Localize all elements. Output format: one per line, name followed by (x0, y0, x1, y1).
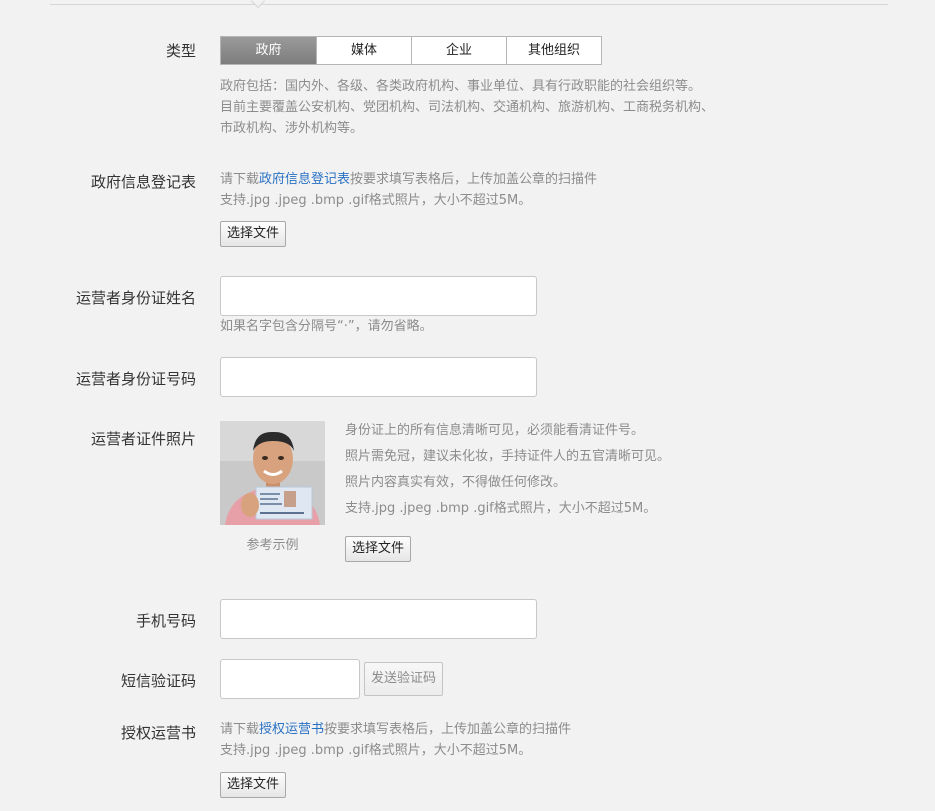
tab-government[interactable]: 政府 (221, 37, 316, 64)
id-photo-choose-file-button[interactable]: 选择文件 (345, 536, 412, 562)
example-id-photo (220, 421, 325, 525)
photo-hint: 照片需免冠，建议未化妆，手持证件人的五官清晰可见。 (345, 449, 671, 464)
photo-hint: 身份证上的所有信息清晰可见，必须能看清证件号。 (345, 423, 645, 438)
gov-form-download-link[interactable]: 政府信息登记表 (259, 172, 350, 187)
sms-code-label: 短信验证码 (120, 672, 196, 690)
tab-other-org[interactable]: 其他组织 (506, 37, 601, 64)
id-name-hint: 如果名字包含分隔号“·”，请勿省略。 (220, 319, 433, 334)
photo-hint: 支持.jpg .jpeg .bmp .gif格式照片，大小不超过5M。 (345, 501, 657, 516)
id-photo-label: 运营者证件照片 (90, 430, 196, 448)
id-name-input[interactable] (220, 276, 537, 316)
auth-download-link[interactable]: 授权运营书 (259, 722, 324, 737)
id-name-label: 运营者身份证姓名 (75, 289, 196, 307)
tab-enterprise[interactable]: 企业 (411, 37, 506, 64)
hint-suffix: 按要求填写表格后，上传加盖公章的扫描件 (324, 722, 572, 737)
type-desc-line: 目前主要覆盖公安机构、党团机构、司法机构、交通机构、旅游机构、工商税务机构、 (220, 100, 715, 115)
photo-hint: 照片内容真实有效，不得做任何修改。 (345, 475, 567, 490)
top-divider (50, 4, 888, 5)
type-tabs: 政府 媒体 企业 其他组织 (220, 36, 602, 65)
hint-prefix: 请下载 (220, 722, 260, 737)
example-caption: 参考示例 (246, 538, 299, 553)
hint-prefix: 请下载 (220, 172, 260, 187)
type-description: 政府包括：国内外、各级、各类政府机构、事业单位、具有行政职能的社会组织等。 目前… (220, 76, 714, 139)
id-photo-hints: 身份证上的所有信息清晰可见，必须能看清证件号。 照片需免冠，建议未化妆，手持证件… (345, 421, 670, 525)
phone-label: 手机号码 (135, 612, 196, 630)
gov-form-label: 政府信息登记表 (90, 173, 196, 191)
auth-hint: 请下载授权运营书按要求填写表格后，上传加盖公章的扫描件 支持.jpg .jpeg… (220, 719, 571, 761)
id-number-label: 运营者身份证号码 (75, 370, 196, 388)
type-desc-line: 市政机构、涉外机构等。 (220, 121, 364, 136)
auth-choose-file-button[interactable]: 选择文件 (220, 772, 287, 798)
format-hint: 支持.jpg .jpeg .bmp .gif格式照片，大小不超过5M。 (220, 193, 532, 208)
tab-media[interactable]: 媒体 (316, 37, 411, 64)
type-desc-line: 政府包括：国内外、各级、各类政府机构、事业单位、具有行政职能的社会组织等。 (220, 79, 702, 94)
phone-input[interactable] (220, 599, 537, 639)
sms-code-input[interactable] (220, 659, 360, 699)
gov-form-hint: 请下载政府信息登记表按要求填写表格后，上传加盖公章的扫描件 支持.jpg .jp… (220, 169, 597, 211)
auth-letter-label: 授权运营书 (120, 724, 196, 742)
hint-suffix: 按要求填写表格后，上传加盖公章的扫描件 (350, 172, 598, 187)
send-code-button[interactable]: 发送验证码 (364, 662, 444, 696)
id-number-input[interactable] (220, 357, 537, 397)
format-hint: 支持.jpg .jpeg .bmp .gif格式照片，大小不超过5M。 (220, 743, 532, 758)
type-label: 类型 (165, 42, 196, 60)
gov-form-choose-file-button[interactable]: 选择文件 (220, 221, 287, 247)
